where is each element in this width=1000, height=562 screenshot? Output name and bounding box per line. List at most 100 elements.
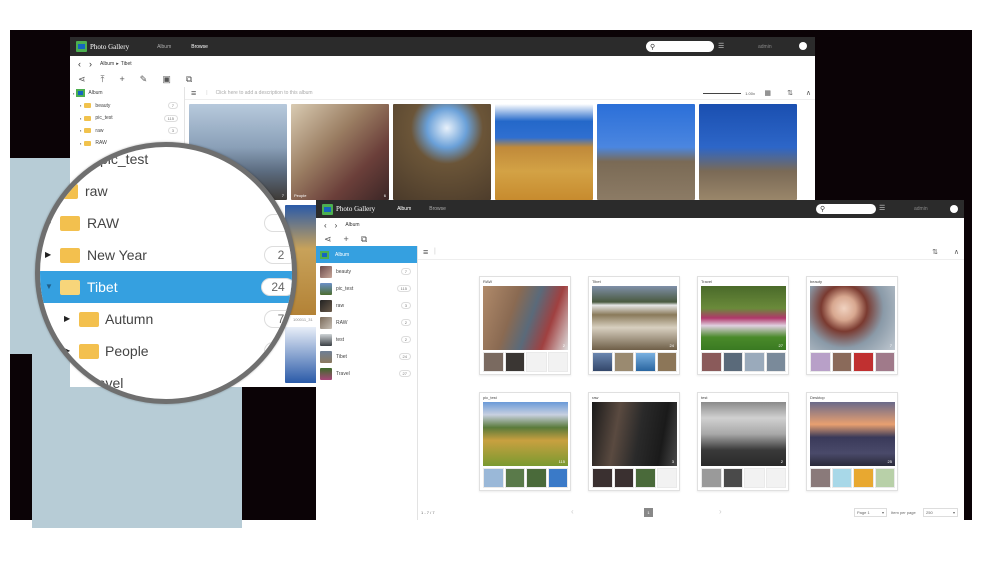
user-icon[interactable]	[950, 205, 958, 213]
album-card-beauty[interactable]: beauty 7	[806, 276, 898, 375]
items-per-page-select[interactable]: 250 ▾	[923, 508, 958, 517]
sort-icon[interactable]: ⇅	[787, 89, 793, 97]
album-cover: 2	[701, 402, 786, 466]
back-icon[interactable]: ‹	[78, 59, 81, 69]
expand-icon[interactable]: ▪	[80, 141, 81, 146]
photo-desert[interactable]	[495, 104, 593, 200]
tab-album[interactable]: Album	[397, 206, 411, 212]
mag-item-raw[interactable]: raw	[40, 175, 292, 207]
app-logo[interactable]: Photo Gallery	[316, 203, 375, 215]
forward-icon[interactable]: ›	[89, 59, 92, 69]
album-list-item[interactable]: RAW 2	[316, 314, 417, 331]
photo-group[interactable]	[597, 104, 695, 200]
album-card-test[interactable]: test 2	[697, 392, 789, 491]
mag-item-tibet[interactable]: ▼ Tibet 24	[40, 271, 292, 303]
expand-icon[interactable]: ▪	[80, 103, 81, 108]
tree-item-album[interactable]: ▪ Album	[70, 87, 184, 100]
magnifier-zoom: pic_test raw ▶ RAW ▶ New Year 2 ▼ Tibet …	[35, 142, 297, 404]
tree-label: RAW	[95, 140, 107, 147]
tree-item[interactable]: ▪ raw 3	[70, 125, 184, 138]
forward-icon[interactable]: ›	[335, 221, 338, 230]
back-icon[interactable]: ‹	[324, 221, 327, 230]
expand-arrow-icon[interactable]: ▶	[45, 218, 51, 227]
album-list-item[interactable]: Tibet 24	[316, 348, 417, 365]
mag-item-RAW[interactable]: ▶ RAW	[40, 207, 292, 239]
add-icon[interactable]: +	[344, 234, 349, 244]
thumbnail	[483, 468, 504, 488]
tree-item[interactable]: ▪ pic_test 115	[70, 112, 184, 125]
album-card-desktop[interactable]: Desktop 25	[806, 392, 898, 491]
album-card-tibet[interactable]: Tibet 24	[588, 276, 680, 375]
page-button[interactable]: 1	[644, 508, 653, 517]
user-name[interactable]: admin	[914, 206, 928, 212]
share-icon[interactable]: ⋖	[78, 75, 86, 84]
breadcrumb-album[interactable]: Album	[345, 222, 359, 228]
album-list-item[interactable]: Travel 27	[316, 365, 417, 382]
zoom-slider[interactable]	[703, 92, 742, 94]
copy-icon[interactable]: ⧉	[186, 75, 192, 84]
filter-list-icon[interactable]: ☰	[718, 42, 724, 50]
album-thumbnail	[320, 299, 332, 312]
grid-view-icon[interactable]: ▦	[764, 89, 771, 97]
photo-people[interactable]: People 6	[291, 104, 389, 200]
expand-arrow-icon[interactable]: ▶	[64, 346, 70, 355]
thumbnail-empty	[547, 352, 568, 372]
tab-browse[interactable]: Browse	[191, 44, 208, 50]
collapse-arrow-icon[interactable]: ▼	[45, 282, 53, 291]
menu-icon[interactable]: ≡	[423, 247, 428, 257]
breadcrumb-tibet[interactable]: Tibet	[121, 61, 132, 67]
expand-arrow-icon[interactable]: ▶	[45, 250, 51, 259]
copy-icon[interactable]: ⧉	[361, 234, 367, 244]
toolbar: ⋖ ⤒ + ✎ ▣ ⧉	[70, 72, 815, 87]
mag-item-people[interactable]: ▶ People	[40, 335, 292, 367]
album-card-travel[interactable]: Travel 27	[697, 276, 789, 375]
album-list-item-album[interactable]: Album	[316, 246, 417, 263]
add-icon[interactable]: +	[120, 75, 125, 84]
mag-item-new-year[interactable]: ▶ New Year 2	[40, 239, 292, 271]
photo-road[interactable]	[699, 104, 797, 200]
mag-item-autumn[interactable]: ▶ Autumn 7	[40, 303, 292, 335]
app-logo[interactable]: Photo Gallery	[70, 41, 129, 52]
menu-icon[interactable]: ≡	[191, 88, 196, 98]
album-thumbnails	[701, 352, 786, 372]
photo-canyon[interactable]	[393, 104, 491, 200]
mag-item-travel[interactable]: Travel	[40, 367, 292, 399]
grid-toolbar: ≡ | ⇅ ∧	[418, 246, 964, 260]
collapse-up-icon[interactable]: ∧	[806, 89, 811, 97]
search-input[interactable]: ⚲	[816, 204, 876, 214]
user-name[interactable]: admin	[758, 44, 772, 50]
breadcrumb-album[interactable]: Album	[100, 61, 114, 67]
app-title: Photo Gallery	[90, 42, 130, 51]
album-list-item[interactable]: pic_test 115	[316, 280, 417, 297]
tree-item[interactable]: ▪ beauty 7	[70, 100, 184, 113]
album-list-item[interactable]: beauty 7	[316, 263, 417, 280]
thumbnail	[613, 468, 634, 488]
edit-icon[interactable]: ✎	[140, 75, 148, 84]
page-select[interactable]: Page 1 ▾	[854, 508, 887, 517]
expand-arrow-icon[interactable]: ▶	[64, 314, 70, 323]
album-list-item[interactable]: raw 3	[316, 297, 417, 314]
tab-browse[interactable]: Browse	[429, 206, 446, 212]
expand-icon[interactable]: ▪	[80, 116, 81, 121]
album-title: RAW	[483, 279, 493, 284]
album-card-raw-upper[interactable]: RAW 2	[479, 276, 571, 375]
expand-icon[interactable]: ▪	[80, 128, 81, 133]
search-input[interactable]: ⚲	[646, 41, 714, 52]
next-page-icon[interactable]: ›	[719, 507, 722, 516]
album-card-raw[interactable]: raw 3	[588, 392, 680, 491]
mag-item-pic-test[interactable]: pic_test	[40, 147, 292, 175]
collapse-icon[interactable]: ▪	[73, 91, 74, 96]
upload-icon[interactable]: ⤒	[101, 75, 105, 84]
sort-icon[interactable]: ⇅	[932, 248, 938, 256]
prev-page-icon[interactable]: ‹	[571, 507, 574, 516]
collapse-up-icon[interactable]: ∧	[954, 248, 959, 256]
user-icon[interactable]	[799, 42, 807, 50]
filter-list-icon[interactable]: ☰	[879, 204, 885, 212]
tab-album[interactable]: Album	[157, 44, 171, 50]
description-input[interactable]: Click here to add a description to this …	[216, 90, 313, 96]
share-icon[interactable]: ⋖	[324, 234, 332, 244]
album-list-item[interactable]: test 2	[316, 331, 417, 348]
slideshow-icon[interactable]: ▣	[162, 75, 171, 84]
zoom-control[interactable]: 1.00x	[703, 91, 755, 96]
album-card-pic-test[interactable]: pic_test 115	[479, 392, 571, 491]
